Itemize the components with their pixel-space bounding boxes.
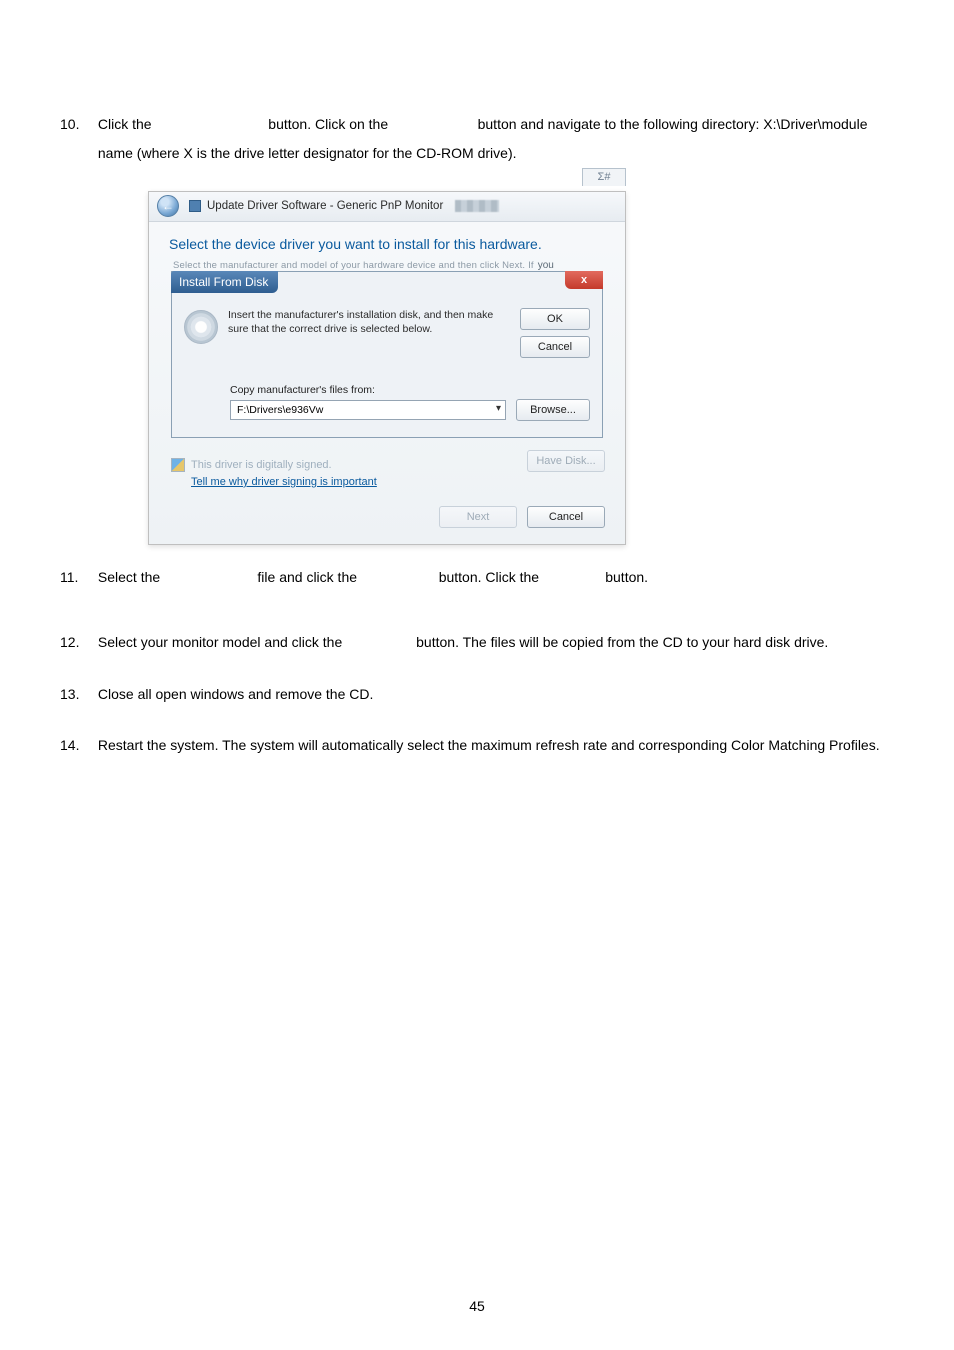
step-text: Click the button. Click on the button an… <box>98 110 888 169</box>
step-number: 14. <box>60 731 94 760</box>
step-number: 10. <box>60 110 94 139</box>
ifd-close-icon[interactable]: x <box>565 271 603 289</box>
step-13: 13. Close all open windows and remove th… <box>60 680 894 709</box>
wizard-footer: Next Cancel <box>169 506 605 528</box>
ghost-tail: you <box>538 260 554 271</box>
window-title: Update Driver Software - Generic PnP Mon… <box>207 200 443 212</box>
step-number: 13. <box>60 680 94 709</box>
copy-from-label: Copy manufacturer's files from: <box>230 384 590 396</box>
screenshot-dialog: Σ# ← Update Driver Software - Generic Pn… <box>148 191 626 545</box>
step-11: 11. Select the file and click the button… <box>60 563 894 592</box>
window-body: Select the device driver you want to ins… <box>149 222 625 544</box>
ifd-title: Install From Disk <box>171 271 278 293</box>
step-number: 11. <box>60 563 94 592</box>
next-button[interactable]: Next <box>439 506 517 528</box>
t: Click the <box>98 116 156 132</box>
back-button-icon[interactable]: ← <box>157 195 179 217</box>
t: Restart the system. The system will auto… <box>98 737 880 753</box>
shield-icon <box>171 458 185 472</box>
cancel-button[interactable]: Cancel <box>520 336 590 358</box>
blank <box>543 569 601 585</box>
cd-icon <box>184 310 218 344</box>
step-10: 10. Click the button. Click on the butto… <box>60 110 894 169</box>
have-disk-button[interactable]: Have Disk... <box>527 450 605 472</box>
step-text: Close all open windows and remove the CD… <box>98 680 888 709</box>
step-number: 12. <box>60 628 94 657</box>
t: Select the <box>98 569 164 585</box>
path-value: F:\Drivers\e936Vw <box>237 404 323 416</box>
t: Select your monitor model and click the <box>98 634 346 650</box>
window-close-icon[interactable]: Σ# <box>582 168 626 186</box>
t: file and click the <box>257 569 361 585</box>
step-text: Select the file and click the button. Cl… <box>98 563 888 592</box>
step-text: Restart the system. The system will auto… <box>98 731 888 760</box>
step-14: 14. Restart the system. The system will … <box>60 731 894 760</box>
signing-link[interactable]: Tell me why driver signing is important <box>191 476 605 488</box>
t: Close all open windows and remove the CD… <box>98 686 373 702</box>
page: 10. Click the button. Click on the butto… <box>0 0 954 1350</box>
step-12: 12. Select your monitor model and click … <box>60 628 894 657</box>
t: Insert the manufacturer's installation d… <box>228 308 510 322</box>
step-text: Select your monitor model and click the … <box>98 628 888 657</box>
t: button. The files will be copied from th… <box>416 634 828 650</box>
path-input[interactable]: F:\Drivers\e936Vw <box>230 400 506 420</box>
window-titlebar: ← Update Driver Software - Generic PnP M… <box>149 192 625 222</box>
ghost-text: Select the manufacturer and model of you… <box>173 260 534 271</box>
blank <box>361 569 435 585</box>
ifd-message: Insert the manufacturer's installation d… <box>228 308 510 358</box>
browse-button[interactable]: Browse... <box>516 399 590 421</box>
signed-text: This driver is digitally signed. <box>191 459 332 471</box>
page-number: 45 <box>0 1298 954 1314</box>
ok-button[interactable]: OK <box>520 308 590 330</box>
signed-row: This driver is digitally signed. <box>171 458 332 472</box>
blank <box>392 116 474 132</box>
blank <box>155 116 264 132</box>
t: sure that the correct drive is selected … <box>228 322 510 336</box>
t: button. <box>605 569 648 585</box>
install-from-disk-dialog: Install From Disk x Insert the manufactu… <box>171 271 603 438</box>
crumb-icon <box>189 200 201 212</box>
t: button. Click the <box>439 569 543 585</box>
wizard-heading: Select the device driver you want to ins… <box>169 236 605 252</box>
blank <box>164 569 253 585</box>
blank <box>346 634 412 650</box>
cancel-wizard-button[interactable]: Cancel <box>527 506 605 528</box>
crumb-blur <box>455 200 499 212</box>
t: button. Click on the <box>268 116 392 132</box>
